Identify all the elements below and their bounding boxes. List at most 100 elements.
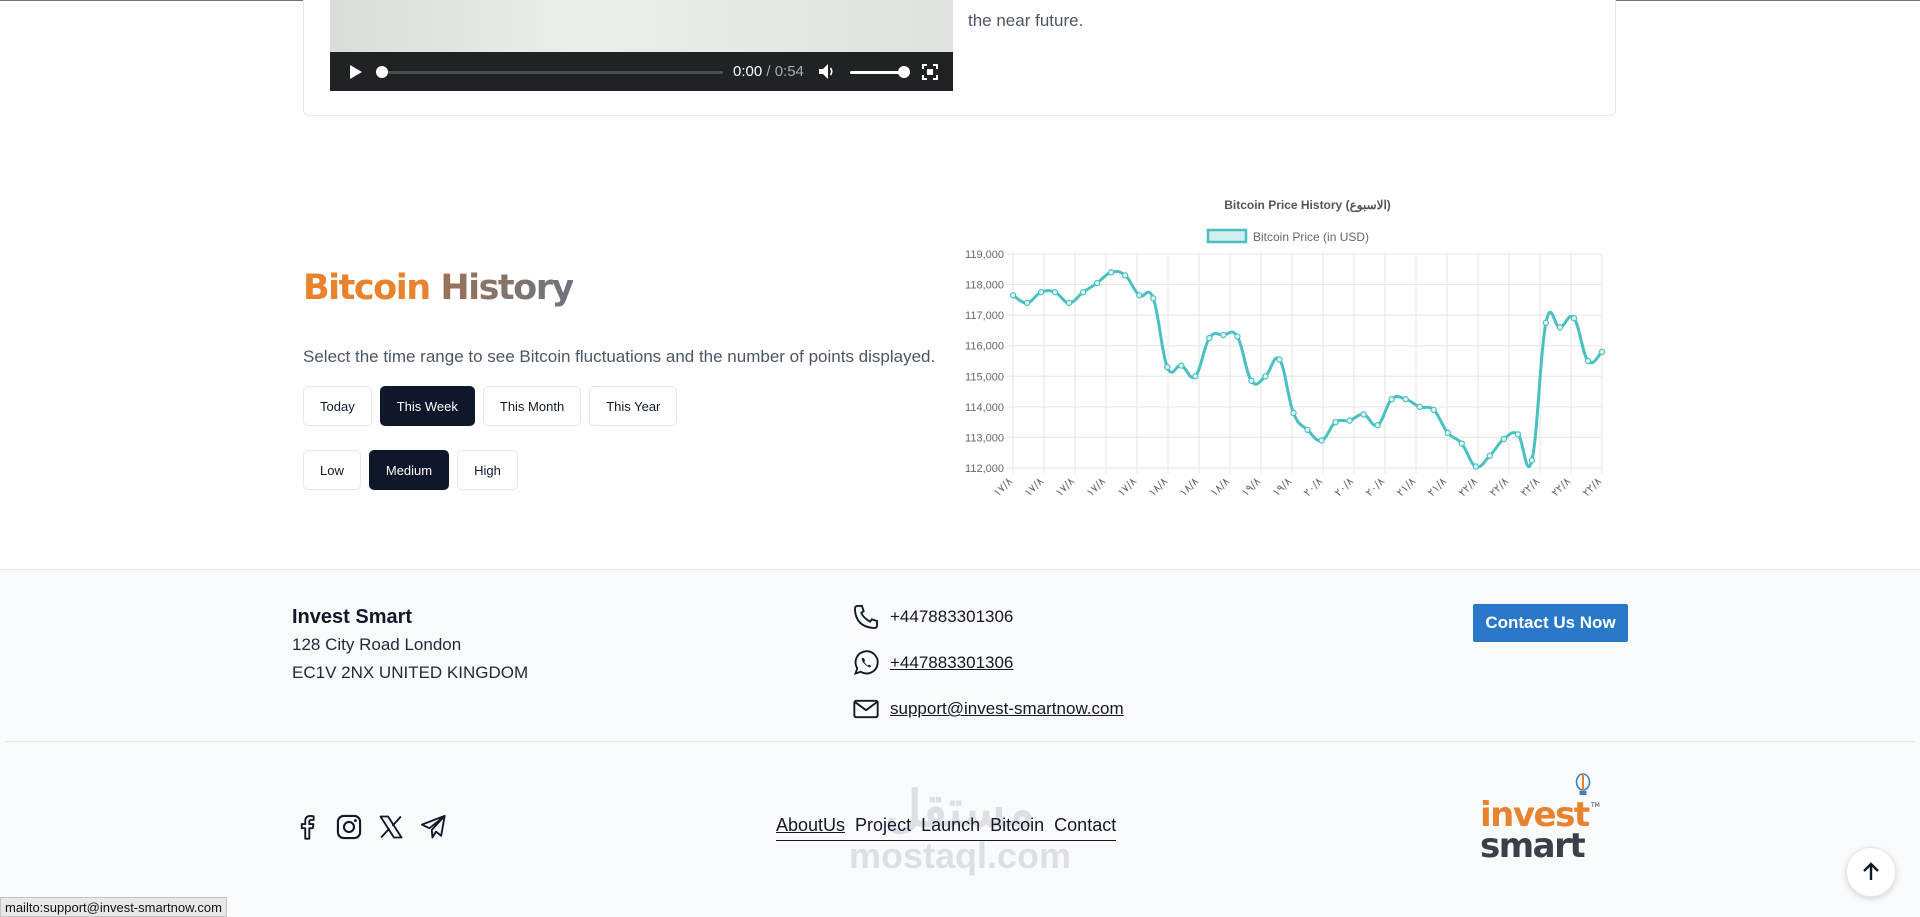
volume-icon[interactable] [818,63,836,80]
data-point [1486,452,1494,459]
mail-icon [853,699,879,719]
footer-nav: AboutUs Project Launch Bitcoin Contact [776,815,1117,841]
data-point [1206,334,1213,342]
data-point [1121,272,1129,279]
footer-whatsapp-link[interactable]: +447883301306 [890,653,1013,673]
nav-launch[interactable]: Launch [921,815,980,836]
x-tick-label: ١٧/٨ [1115,475,1139,499]
watermark-english: mostaql.com [848,835,1072,876]
y-tick-label: 115,000 [965,371,1004,383]
nav-aboutus[interactable]: AboutUs [776,815,845,836]
bitcoin-history-title: Bitcoin History [303,268,574,308]
range-button-group: Today This Week This Month This Year [303,386,678,426]
range-this-week-button[interactable]: This Week [379,386,475,426]
x-tick-label: ٢٢/٨ [1580,475,1604,499]
x-tick-label: ٢٠/٨ [1301,475,1325,499]
data-point [1065,299,1073,307]
play-icon[interactable] [350,65,362,79]
data-point [1402,396,1409,403]
range-today-button[interactable]: Today [303,386,372,426]
chart-title: Bitcoin Price History (الاسبوع) [1224,198,1391,213]
y-tick-label: 113,000 [965,432,1004,444]
x-tick-label: ٢٠/٨ [1363,475,1387,499]
nav-project[interactable]: Project [855,815,911,836]
volume-knob[interactable] [898,66,910,78]
density-high-button[interactable]: High [457,450,518,490]
data-point [1304,426,1311,433]
video-controls: 0:00 / 0:54 [330,52,953,91]
data-point [1107,269,1115,276]
density-low-button[interactable]: Low [303,450,361,490]
facebook-icon[interactable] [293,813,321,841]
data-point [1276,356,1283,363]
lightbulb-icon [1575,773,1591,795]
phone-icon [853,604,879,630]
x-tick-label: ٢١/٨ [1425,475,1449,499]
data-point [1360,411,1367,418]
social-links [293,813,447,841]
y-tick-label: 118,000 [965,280,1004,292]
x-tick-label: ١٧/٨ [1053,475,1077,499]
invest-smart-logo[interactable]: invest smart TM [1478,770,1603,860]
x-tick-label: ١٨/٨ [1146,475,1170,499]
video-card: 0:00 / 0:54 the near future. [303,0,1616,116]
x-tick-label: ١٧/٨ [1022,475,1046,499]
data-point [1234,333,1241,340]
data-point [1570,314,1578,322]
x-tick-label: ١٧/٨ [1084,475,1108,499]
instagram-icon[interactable] [335,813,363,841]
data-point [1584,357,1592,365]
data-point [1192,373,1199,380]
footer-address-line2: EC1V 2NX UNITED KINGDOM [292,663,529,682]
density-button-group: Low Medium High [303,450,518,490]
y-tick-label: 116,000 [965,341,1004,353]
data-point [1556,324,1564,331]
data-point [1023,299,1031,307]
range-this-year-button[interactable]: This Year [589,386,678,426]
video-progress-knob[interactable] [376,66,388,78]
data-point [1430,406,1437,414]
video-player[interactable]: 0:00 / 0:54 [330,0,953,91]
data-point [1093,279,1101,287]
x-tick-label: ٢٢/٨ [1456,475,1480,499]
x-tick-label: ١٩/٨ [1239,475,1263,499]
data-point [1388,396,1395,403]
data-point [1500,435,1508,443]
footer-email[interactable]: support@invest-smartnow.com [852,695,1124,723]
browser-status-bar: mailto:support@invest-smartnow.com [0,897,227,917]
footer-phone-text: +447883301306 [890,607,1014,626]
video-progress-bar[interactable] [380,71,723,74]
range-this-month-button[interactable]: This Month [482,386,582,426]
nav-contact[interactable]: Contact [1054,815,1116,836]
legend-label: Bitcoin Price (in USD) [1253,230,1369,244]
whatsapp-icon [854,650,879,675]
footer-whatsapp[interactable]: +447883301306 [852,649,1013,677]
density-medium-button[interactable]: Medium [368,450,450,490]
data-point [1051,289,1059,296]
x-twitter-icon[interactable] [377,813,405,841]
data-point [1220,331,1227,339]
x-tick-label: ٢٠/٨ [1332,475,1356,499]
title-word-bitcoin: Bitcoin [303,268,431,308]
data-point [1009,292,1017,299]
data-point [1290,409,1297,417]
data-point [1262,373,1269,380]
footer-email-link[interactable]: support@invest-smartnow.com [890,699,1124,719]
nav-bitcoin[interactable]: Bitcoin [990,815,1044,836]
data-point [1079,289,1087,296]
fullscreen-icon[interactable] [922,64,938,80]
x-tick-label: ٢٢/٨ [1518,475,1542,499]
footer-divider [5,741,1915,742]
data-point [1528,457,1536,464]
legend-swatch [1206,228,1248,244]
footer-phone[interactable]: +447883301306 [852,603,1013,631]
footer-brand: Invest Smart [292,606,413,628]
y-tick-label: 119,000 [965,249,1004,261]
arrow-up-icon [1863,862,1879,880]
telegram-icon[interactable] [419,813,447,841]
contact-us-button[interactable]: Contact Us Now [1473,604,1628,642]
scroll-to-top-button[interactable] [1846,847,1896,897]
logo-tm: TM [1590,802,1600,809]
data-point [1542,319,1550,326]
data-point [1037,289,1045,296]
